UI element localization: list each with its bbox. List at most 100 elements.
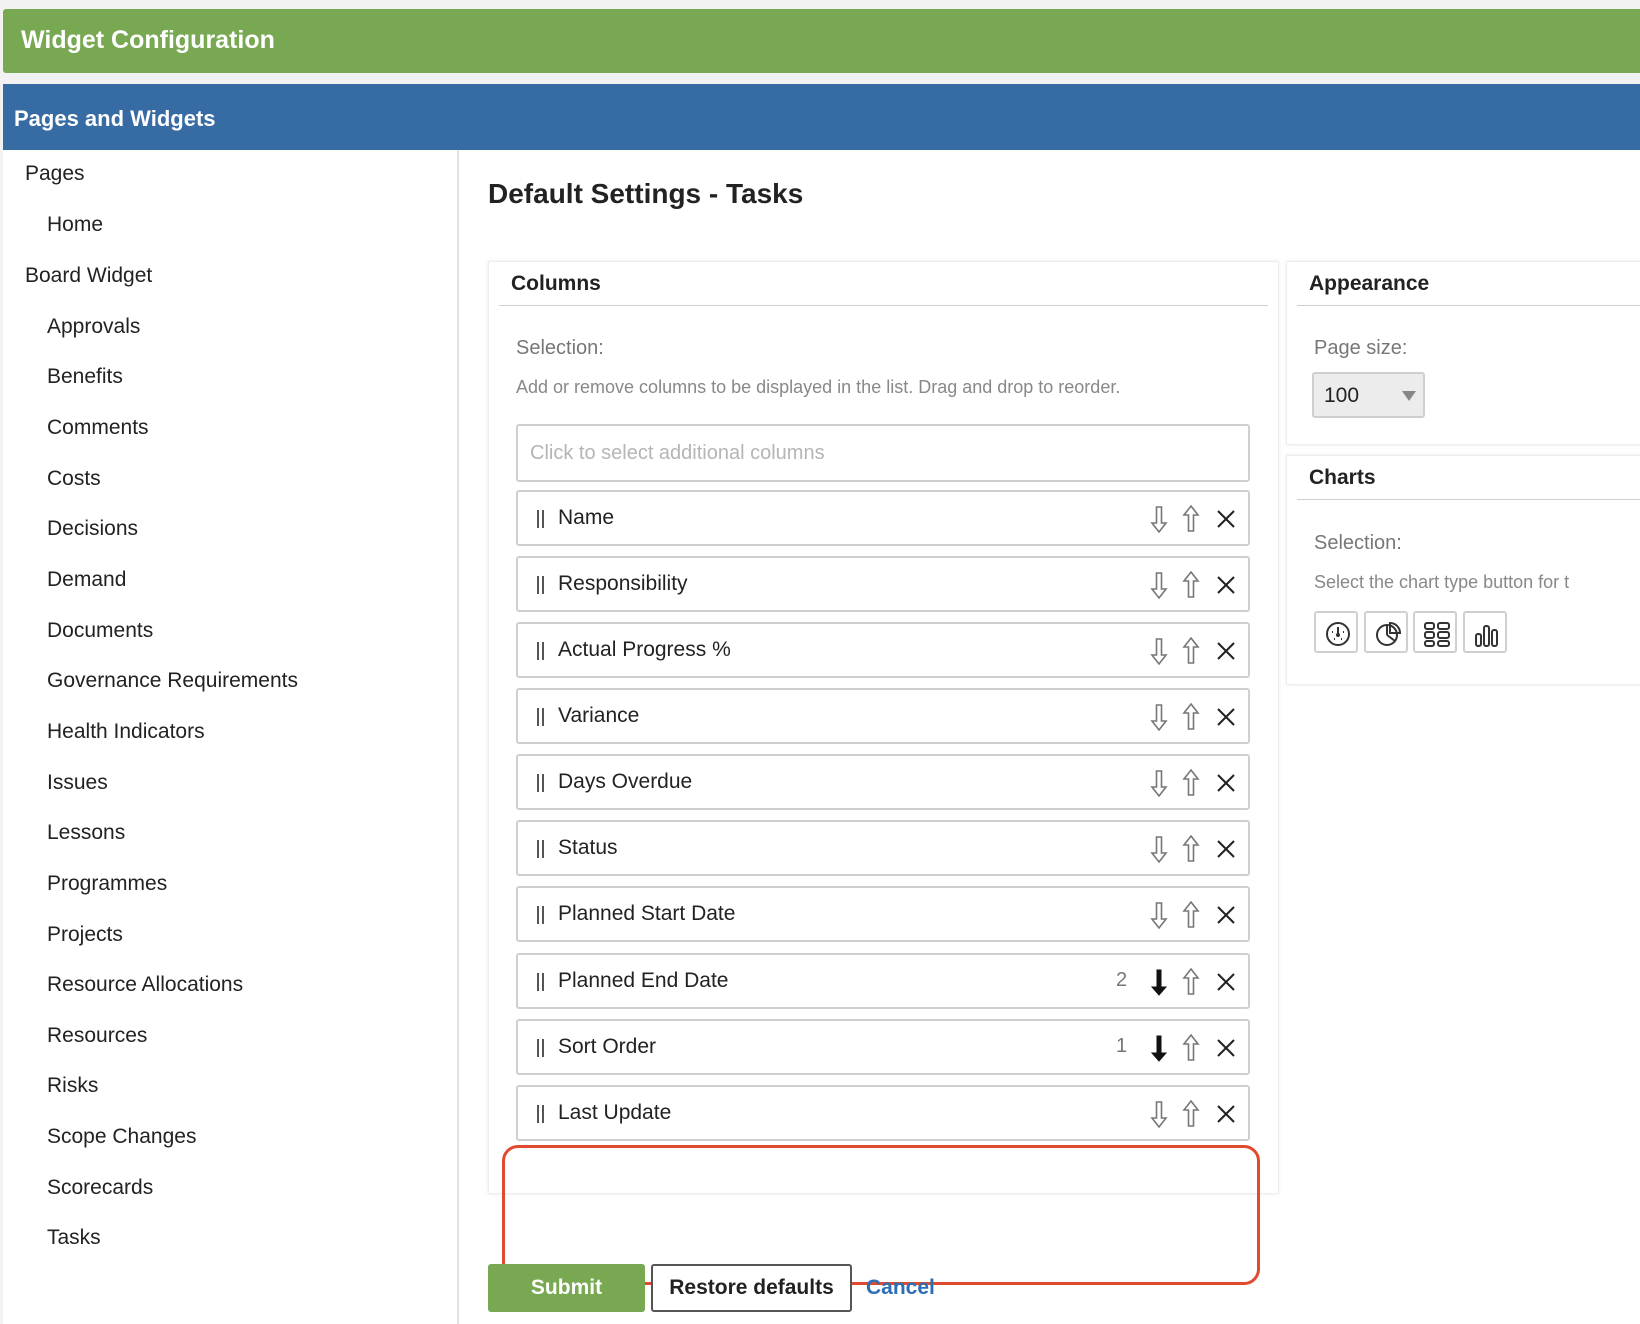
remove-column-button[interactable]	[1213, 504, 1239, 534]
submit-button[interactable]: Submit	[488, 1264, 645, 1312]
drag-handle-icon[interactable]	[537, 1105, 544, 1123]
arrow-down-icon	[1150, 506, 1168, 534]
sidebar-item-programmes[interactable]: Programmes	[47, 872, 167, 896]
sidebar-item-pages[interactable]: Pages	[25, 162, 85, 186]
charts-help-text: Select the chart type button for t	[1314, 572, 1570, 592]
remove-column-button[interactable]	[1213, 1033, 1239, 1063]
sort-ascending-button[interactable]	[1178, 570, 1204, 600]
sort-descending-button[interactable]	[1146, 570, 1172, 600]
sort-descending-button[interactable]	[1146, 702, 1172, 732]
drag-handle-icon[interactable]	[537, 642, 544, 660]
sidebar-item-scope-changes[interactable]: Scope Changes	[47, 1125, 196, 1149]
bar-chart-button[interactable]	[1463, 611, 1507, 653]
column-row[interactable]: Variance	[516, 688, 1250, 744]
remove-column-button[interactable]	[1213, 834, 1239, 864]
column-row[interactable]: Sort Order 1	[516, 1019, 1250, 1075]
sort-ascending-button[interactable]	[1178, 702, 1204, 732]
page-size-select[interactable]: 100	[1312, 372, 1425, 418]
bar-chart-icon	[1475, 625, 1498, 647]
sort-ascending-button[interactable]	[1178, 1099, 1204, 1129]
sidebar-item-resource-allocations[interactable]: Resource Allocations	[47, 973, 243, 997]
grid-chart-button[interactable]	[1413, 611, 1457, 653]
drag-handle-icon[interactable]	[537, 708, 544, 726]
sort-descending-button[interactable]	[1146, 834, 1172, 864]
sort-ascending-button[interactable]	[1178, 834, 1204, 864]
drag-handle-icon[interactable]	[537, 973, 544, 991]
arrow-up-icon	[1182, 967, 1200, 995]
sort-ascending-button[interactable]	[1178, 1033, 1204, 1063]
sidebar-item-scorecards[interactable]: Scorecards	[47, 1176, 153, 1200]
column-row[interactable]: Planned Start Date	[516, 886, 1250, 942]
sidebar-item-health-indicators[interactable]: Health Indicators	[47, 720, 205, 744]
sidebar-item-risks[interactable]: Risks	[47, 1074, 98, 1098]
columns-selection-label: Selection:	[516, 337, 604, 359]
sort-ascending-button[interactable]	[1178, 636, 1204, 666]
sort-descending-button[interactable]	[1146, 1033, 1172, 1063]
column-select-input[interactable]	[518, 426, 1248, 480]
sort-ascending-button[interactable]	[1178, 900, 1204, 930]
restore-defaults-button[interactable]: Restore defaults	[651, 1264, 852, 1312]
column-row[interactable]: Last Update	[516, 1085, 1250, 1141]
sidebar-item-home[interactable]: Home	[47, 213, 103, 237]
column-row[interactable]: Name	[516, 490, 1250, 546]
remove-column-button[interactable]	[1213, 1099, 1239, 1129]
column-select-field[interactable]	[516, 424, 1250, 482]
drag-handle-icon[interactable]	[537, 576, 544, 594]
close-icon	[1217, 576, 1235, 594]
drag-handle-icon[interactable]	[537, 510, 544, 528]
column-row-label: Variance	[558, 704, 640, 727]
close-icon	[1217, 774, 1235, 792]
content-area: Default Settings - Tasks Columns Selecti…	[461, 150, 1640, 1324]
drag-handle-icon[interactable]	[537, 906, 544, 924]
cancel-link[interactable]: Cancel	[866, 1264, 946, 1312]
sidebar-item-approvals[interactable]: Approvals	[47, 315, 140, 339]
sort-descending-button[interactable]	[1146, 900, 1172, 930]
sort-descending-button[interactable]	[1146, 636, 1172, 666]
main-container: Pages and Widgets Pages Home Board Widge…	[3, 84, 1640, 1324]
sort-ascending-button[interactable]	[1178, 768, 1204, 798]
drag-handle-icon[interactable]	[537, 1039, 544, 1057]
sidebar-item-benefits[interactable]: Benefits	[47, 365, 123, 389]
arrow-down-icon	[1150, 969, 1168, 996]
column-row[interactable]: Status	[516, 820, 1250, 876]
sort-ascending-button[interactable]	[1178, 967, 1204, 997]
sidebar-item-resources[interactable]: Resources	[47, 1024, 147, 1048]
sidebar-item-documents[interactable]: Documents	[47, 619, 153, 643]
arrow-up-icon	[1182, 1099, 1200, 1127]
sort-descending-button[interactable]	[1146, 967, 1172, 997]
columns-panel-title: Columns	[511, 272, 601, 295]
arrow-down-icon	[1150, 704, 1168, 732]
column-row-label: Planned End Date	[558, 969, 729, 992]
sidebar-item-decisions[interactable]: Decisions	[47, 517, 138, 541]
remove-column-button[interactable]	[1213, 900, 1239, 930]
sidebar-item-demand[interactable]: Demand	[47, 568, 126, 592]
column-row[interactable]: Actual Progress %	[516, 622, 1250, 678]
column-row[interactable]: Planned End Date 2	[516, 953, 1250, 1009]
section-title: Pages and Widgets	[14, 106, 216, 131]
pie-chart-icon	[1376, 621, 1402, 646]
sidebar-item-lessons[interactable]: Lessons	[47, 821, 125, 845]
remove-column-button[interactable]	[1213, 967, 1239, 997]
sidebar-item-tasks[interactable]: Tasks	[47, 1226, 101, 1250]
remove-column-button[interactable]	[1213, 636, 1239, 666]
column-row[interactable]: Responsibility	[516, 556, 1250, 612]
column-row[interactable]: Days Overdue	[516, 754, 1250, 810]
sort-descending-button[interactable]	[1146, 1099, 1172, 1129]
sidebar-item-projects[interactable]: Projects	[47, 923, 123, 947]
remove-column-button[interactable]	[1213, 570, 1239, 600]
drag-handle-icon[interactable]	[537, 840, 544, 858]
gauge-chart-button[interactable]	[1314, 611, 1358, 653]
drag-handle-icon[interactable]	[537, 774, 544, 792]
pie-chart-button[interactable]	[1364, 611, 1408, 653]
sidebar-item-governance-requirements[interactable]: Governance Requirements	[47, 669, 298, 693]
remove-column-button[interactable]	[1213, 702, 1239, 732]
close-icon	[1217, 510, 1235, 528]
sidebar-item-costs[interactable]: Costs	[47, 467, 101, 491]
remove-column-button[interactable]	[1213, 768, 1239, 798]
sort-ascending-button[interactable]	[1178, 504, 1204, 534]
sidebar-item-comments[interactable]: Comments	[47, 416, 149, 440]
sidebar-item-board-widget[interactable]: Board Widget	[25, 264, 152, 288]
sort-descending-button[interactable]	[1146, 768, 1172, 798]
sidebar-item-issues[interactable]: Issues	[47, 771, 108, 795]
sort-descending-button[interactable]	[1146, 504, 1172, 534]
